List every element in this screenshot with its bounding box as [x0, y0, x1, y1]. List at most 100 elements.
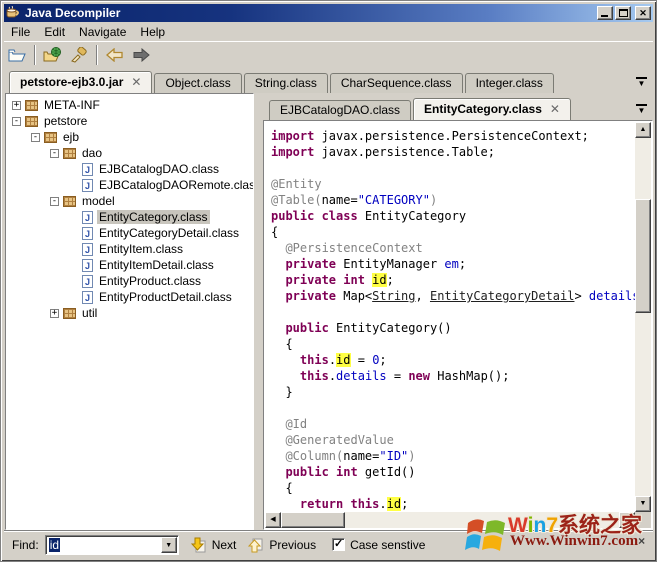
menu-item-file[interactable]: File [4, 24, 37, 40]
code-line: private int id; [271, 272, 635, 288]
tree-item[interactable]: + META-INF [6, 97, 253, 113]
toolbar [4, 41, 653, 68]
code-line: @Id [271, 416, 635, 432]
document-tab[interactable]: EntityCategory.class✕ [413, 98, 571, 120]
document-tab[interactable]: EJBCatalogDAO.class [269, 100, 411, 120]
code-line: this.details = new HashMap(); [271, 368, 635, 384]
scroll-left-icon[interactable]: ◀ [265, 512, 281, 528]
scroll-up-icon[interactable]: ▲ [635, 122, 651, 138]
code-view[interactable]: import javax.persistence.PersistenceCont… [265, 122, 635, 512]
next-label: Next [212, 538, 237, 552]
tree-expander-icon[interactable]: - [12, 117, 21, 126]
code-area: import javax.persistence.PersistenceCont… [263, 120, 653, 530]
code-line: private Map<String, EntityCategoryDetail… [271, 288, 635, 304]
code-line: return this.id; [271, 496, 635, 512]
archive-tab[interactable]: CharSequence.class [330, 73, 463, 93]
tab-close-icon[interactable]: ✕ [550, 104, 560, 114]
code-line: { [271, 224, 635, 240]
next-button[interactable]: Next [191, 537, 237, 553]
vertical-scrollbar[interactable]: ▲ ▼ [635, 122, 651, 512]
document-tab-bar: EJBCatalogDAO.class EntityCategory.class✕… [263, 93, 653, 120]
package-icon [63, 308, 76, 319]
open-file-icon[interactable] [5, 44, 29, 67]
code-line: @PersistenceContext [271, 240, 635, 256]
tree-item[interactable]: +util [6, 305, 253, 321]
class-file-icon: J [82, 179, 93, 192]
tree-item-label: EntityCategory.class [97, 210, 210, 224]
menu-item-navigate[interactable]: Navigate [72, 24, 133, 40]
tab-label: EJBCatalogDAO.class [280, 103, 400, 117]
tree-item[interactable]: J EntityCategory.class [6, 209, 253, 225]
archive-tab[interactable]: Integer.class [465, 73, 554, 93]
search-icon[interactable] [67, 44, 91, 67]
back-icon[interactable] [103, 44, 127, 67]
package-icon [63, 148, 76, 159]
horizontal-scroll-thumb[interactable] [281, 512, 345, 528]
tree-expander-icon[interactable]: + [12, 101, 21, 110]
tab-list-chevron-icon[interactable]: ▼ [636, 77, 647, 87]
tree-item-label: model [80, 194, 117, 208]
menu-item-help[interactable]: Help [133, 24, 172, 40]
tree-item-label: EJBCatalogDAORemote.class [97, 178, 254, 192]
code-line: { [271, 480, 635, 496]
close-button[interactable]: ✕ [635, 6, 651, 20]
app-window: Java Decompiler ✕ FileEditNavigateHelp [0, 0, 657, 562]
archive-tab[interactable]: petstore-ejb3.0.jar ✕ [9, 71, 152, 93]
tree-item[interactable]: JEntityCategoryDetail.class [6, 225, 253, 241]
tree-item[interactable]: JEJBCatalogDAO.class [6, 161, 253, 177]
minimize-button[interactable] [597, 6, 613, 20]
tree-item[interactable]: -petstore [6, 113, 253, 129]
tree-expander-icon[interactable]: - [50, 149, 59, 158]
scroll-down-icon[interactable]: ▼ [635, 496, 651, 512]
scroll-right-icon[interactable]: ▶ [619, 512, 635, 528]
previous-button[interactable]: Previous [248, 537, 316, 553]
tree-item[interactable]: J EJBCatalogDAORemote.class [6, 177, 253, 193]
find-input-value: id [49, 538, 60, 552]
previous-label: Previous [269, 538, 316, 552]
find-dropdown-icon[interactable]: ▼ [161, 537, 177, 553]
code-line: } [271, 384, 635, 400]
tree-item[interactable]: - dao [6, 145, 253, 161]
forward-icon[interactable] [129, 44, 153, 67]
tree-item-label: META-INF [42, 98, 102, 112]
tree-item-label: EntityItem.class [97, 242, 185, 256]
previous-arrow-icon [248, 537, 263, 553]
code-line: import javax.persistence.Table; [271, 144, 635, 160]
tab-label: String.class [255, 76, 317, 90]
menu-item-edit[interactable]: Edit [37, 24, 72, 40]
horizontal-scrollbar[interactable]: ◀ ▶ [265, 512, 635, 528]
case-sensitive-checkbox[interactable]: ✓ [332, 538, 345, 551]
tree-item-label: EntityProductDetail.class [97, 290, 234, 304]
source-panel: EJBCatalogDAO.class EntityCategory.class✕… [263, 93, 653, 530]
find-input[interactable]: id ▼ [45, 535, 179, 555]
class-file-icon: J [82, 259, 93, 272]
tree-expander-icon[interactable]: - [31, 133, 40, 142]
maximize-button[interactable] [615, 6, 631, 20]
tree-expander-icon[interactable]: - [50, 197, 59, 206]
tree-expander-icon[interactable]: + [50, 309, 59, 318]
tab-label: petstore-ejb3.0.jar [20, 75, 123, 89]
tree-item[interactable]: JEntityProduct.class [6, 273, 253, 289]
main-tab-bar: petstore-ejb3.0.jar ✕ Object.class String.c… [4, 68, 653, 93]
open-type-icon[interactable] [41, 44, 65, 67]
doc-tab-list-chevron-icon[interactable]: ▼ [636, 104, 647, 114]
package-icon [25, 100, 38, 111]
title-bar: Java Decompiler ✕ [4, 4, 653, 22]
code-line: @GeneratedValue [271, 432, 635, 448]
tree-item[interactable]: JEntityItem.class [6, 241, 253, 257]
package-icon [25, 116, 38, 127]
tree-item[interactable]: JEntityItemDetail.class [6, 257, 253, 273]
tab-close-icon[interactable]: ✕ [131, 77, 141, 87]
tree-item-label: dao [80, 146, 104, 160]
code-line [271, 160, 635, 176]
package-icon [44, 132, 57, 143]
class-file-icon: J [82, 211, 93, 224]
vertical-scroll-thumb[interactable] [635, 199, 651, 313]
code-line: public int getId() [271, 464, 635, 480]
panel-splitter[interactable] [254, 93, 263, 530]
tree-item[interactable]: - model [6, 193, 253, 209]
archive-tab[interactable]: Object.class [154, 73, 241, 93]
archive-tab[interactable]: String.class [244, 73, 328, 93]
tree-item[interactable]: JEntityProductDetail.class [6, 289, 253, 305]
tree-item[interactable]: -ejb [6, 129, 253, 145]
